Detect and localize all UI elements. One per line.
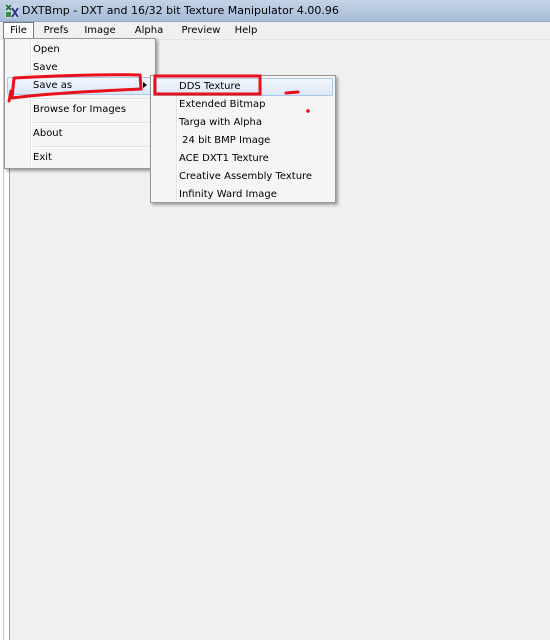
- menu-help[interactable]: Help: [230, 22, 262, 39]
- menu-separator: [33, 98, 153, 100]
- menu-file[interactable]: File: [3, 22, 34, 39]
- menu-item-label: Extended Bitmap: [179, 99, 266, 110]
- submenu-item-ace-dxt1-texture[interactable]: ACE DXT1 Texture: [153, 150, 333, 168]
- menu-item-label: Open: [33, 44, 60, 55]
- dxtbmp-app-icon: [5, 4, 19, 18]
- menu-separator: [33, 122, 153, 124]
- menu-alpha[interactable]: Alpha: [128, 22, 170, 39]
- menu-item-label: Browse for Images: [33, 104, 127, 115]
- menu-item-label: 24 bit BMP Image: [179, 135, 271, 146]
- menu-item-label: Targa with Alpha: [179, 117, 262, 128]
- menu-item-save-as[interactable]: Save as: [7, 77, 153, 95]
- menu-item-browse-for-images[interactable]: Browse for Images: [7, 101, 153, 119]
- submenu-item-dds-texture[interactable]: DDS Texture: [153, 78, 333, 96]
- menu-item-label: Save: [33, 62, 58, 73]
- menu-item-label: Infinity Ward Image: [179, 189, 277, 200]
- menu-item-label: Save as: [33, 80, 73, 91]
- menu-preview[interactable]: Preview: [176, 22, 226, 39]
- file-menu: Open Save Save as Browse for Images Abou…: [4, 38, 156, 169]
- submenu-item-targa-with-alpha[interactable]: Targa with Alpha: [153, 114, 333, 132]
- menu-item-label: ACE DXT1 Texture: [179, 153, 269, 164]
- menu-image[interactable]: Image: [80, 22, 120, 39]
- menu-item-save[interactable]: Save: [7, 59, 153, 77]
- submenu-item-extended-bitmap[interactable]: Extended Bitmap: [153, 96, 333, 114]
- submenu-item-24-bit-bmp-image[interactable]: 24 bit BMP Image: [153, 132, 333, 150]
- menu-separator: [33, 146, 153, 148]
- menu-item-exit[interactable]: Exit: [7, 149, 153, 167]
- save-as-submenu: DDS Texture Extended Bitmap Targa with A…: [150, 75, 336, 203]
- menu-item-label: Creative Assembly Texture: [179, 171, 313, 182]
- submenu-item-creative-assembly-texture[interactable]: Creative Assembly Texture: [153, 168, 333, 186]
- submenu-item-infinity-ward-image[interactable]: Infinity Ward Image: [153, 186, 333, 204]
- menu-item-label: DDS Texture: [179, 81, 241, 92]
- menu-item-label: Exit: [33, 152, 52, 163]
- window-title: DXTBmp - DXT and 16/32 bit Texture Manip…: [22, 4, 339, 17]
- menu-item-label: About: [33, 128, 63, 139]
- menu-item-about[interactable]: About: [7, 125, 153, 143]
- menu-item-open[interactable]: Open: [7, 41, 153, 59]
- title-bar[interactable]: DXTBmp - DXT and 16/32 bit Texture Manip…: [0, 0, 550, 22]
- submenu-arrow-icon: [143, 82, 147, 88]
- menu-prefs[interactable]: Prefs: [38, 22, 74, 39]
